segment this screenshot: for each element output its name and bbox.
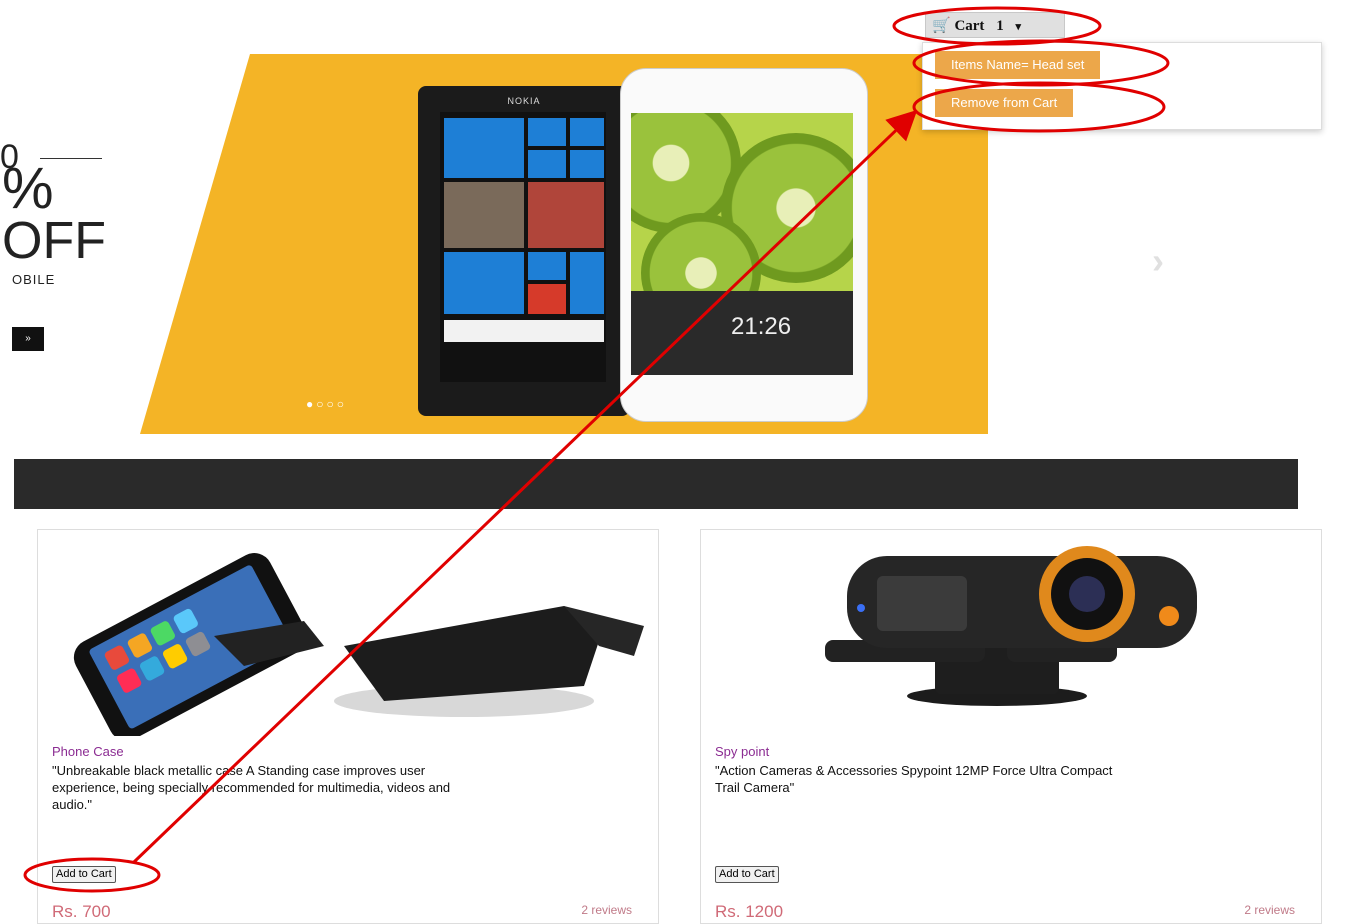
clock-panel: 21:26 [631, 291, 853, 375]
product-description: "Action Cameras & Accessories Spypoint 1… [715, 763, 1113, 795]
tile [570, 118, 604, 146]
promo-off: OFF [2, 212, 106, 270]
tile [528, 252, 566, 280]
banner-slant [140, 54, 250, 434]
cart-icon: 🛒 [932, 18, 951, 34]
product-price: Rs. 700 [52, 902, 111, 921]
tile [570, 252, 604, 314]
clock-text: 21:26 [731, 313, 792, 340]
cart-item-name[interactable]: Items Name= Head set [935, 51, 1101, 79]
cart-dropdown: Items Name= Head set Remove from Cart [922, 42, 1322, 130]
product-name[interactable]: Phone Case [52, 744, 124, 759]
phone-case-image [73, 553, 644, 736]
product-card-spy-point: Spy point "Action Cameras & Accessories … [700, 529, 1322, 924]
product-reviews[interactable]: 2 reviews [1244, 903, 1295, 917]
add-to-cart-button[interactable]: Add to Cart [52, 866, 116, 883]
remove-from-cart-button[interactable]: Remove from Cart [935, 89, 1074, 117]
slider-dots[interactable]: ●○○○ [306, 397, 347, 411]
next-slide-icon[interactable]: › [1152, 240, 1164, 282]
office-tile [528, 284, 566, 314]
cart-label: Cart [954, 18, 985, 34]
camera-image [825, 546, 1197, 706]
photo-tile [528, 182, 604, 248]
white-phone-image: 21:26 [620, 68, 868, 422]
product-price: Rs. 1200 [715, 902, 784, 921]
tile [444, 118, 524, 178]
product-reviews[interactable]: 2 reviews [581, 903, 632, 917]
nokia-screen [440, 112, 606, 382]
section-bar [14, 459, 1298, 509]
promo-percent: % [2, 156, 54, 221]
chevron-down-icon: ▾ [1015, 21, 1021, 33]
product-description: "Unbreakable black metallic case A Stand… [52, 763, 451, 812]
tile [444, 320, 604, 342]
cart-button[interactable]: 🛒 Cart 1 ▾ [925, 12, 1065, 38]
tile [528, 150, 566, 178]
nokia-brand: NOKIA [507, 96, 541, 106]
product-card-phone-case: Phone Case "Unbreakable black metallic c… [37, 529, 659, 924]
banner-slide[interactable]: NOKIA 21:26 ●○○○ [140, 54, 988, 434]
product-name[interactable]: Spy point [715, 744, 769, 759]
photo-tile [444, 182, 524, 248]
add-to-cart-button[interactable]: Add to Cart [715, 866, 779, 883]
promo-shop-button[interactable]: » [12, 327, 44, 351]
tile [528, 118, 566, 146]
promo-subtitle: OBILE [12, 272, 56, 287]
banner-promo: 0 % OFF OBILE » [0, 130, 120, 360]
cart-count: 1 [996, 18, 1004, 34]
white-phone-screen: 21:26 [631, 113, 853, 375]
compass-tile [444, 252, 524, 314]
nokia-phone-image: NOKIA [418, 86, 630, 416]
tile [570, 150, 604, 178]
